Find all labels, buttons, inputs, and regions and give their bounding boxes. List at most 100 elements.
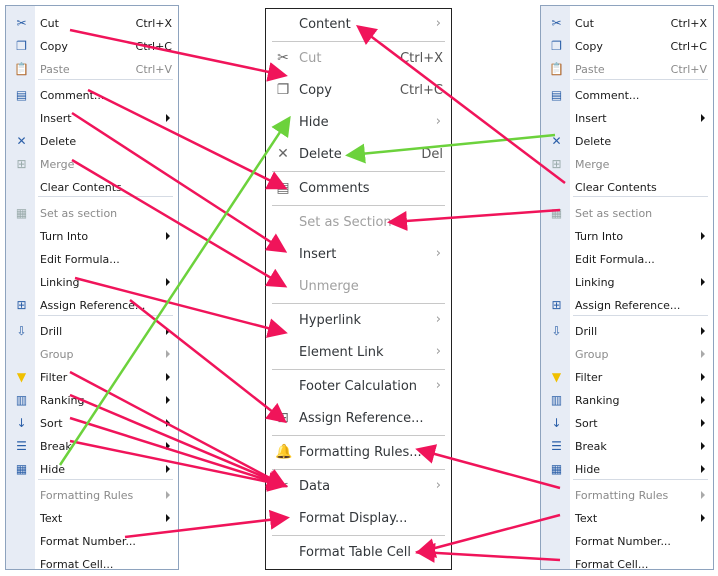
menu-item-format-cell[interactable]: Format Cell...	[6, 554, 178, 576]
delete-x-icon: ✕	[16, 134, 27, 148]
menu-item-copy[interactable]: ❐ Copy Ctrl+C	[541, 36, 713, 58]
menu-item-format-cell[interactable]: Format Cell...	[541, 554, 713, 576]
menu-item-cut[interactable]: ✂ Cut Ctrl+X	[541, 13, 713, 35]
menu-item-label: Merge	[40, 158, 75, 171]
section-icon: ▦	[550, 206, 563, 220]
menu-item-sort[interactable]: ↓ Sort	[541, 413, 713, 435]
menu-item-formatting-rules[interactable]: Formatting Rules	[541, 485, 713, 507]
shortcut-label: Ctrl+X	[670, 17, 707, 30]
menu-item-assign-reference[interactable]: ⊞ Assign Reference...	[6, 295, 178, 317]
menu-item-linking[interactable]: Linking	[541, 272, 713, 294]
menu-item-assign-reference[interactable]: ⊞ Assign Reference...	[541, 295, 713, 317]
menu-item-format-number[interactable]: Format Number...	[6, 531, 178, 553]
menu-item-filter[interactable]: ▼ Filter	[541, 367, 713, 389]
menu-item-hide[interactable]: ▦ Hide	[6, 459, 178, 481]
menu-item-label: Element Link	[299, 345, 384, 360]
menu-item-hide[interactable]: ▦ Hide	[541, 459, 713, 481]
menu-item-label: Clear Contents	[40, 181, 122, 194]
menu-item-assign-reference[interactable]: ⊞ Assign Reference...	[266, 403, 451, 435]
menu-item-label: Merge	[575, 158, 610, 171]
menu-separator	[272, 369, 445, 370]
menu-item-label: Drill	[575, 325, 598, 338]
menu-item-copy[interactable]: ❐ Copy Ctrl+C	[6, 36, 178, 58]
menu-item-group[interactable]: Group	[6, 344, 178, 366]
menu-item-merge[interactable]: ⊞ Merge	[6, 154, 178, 176]
menu-item-formatting-rules[interactable]: 🔔 Formatting Rules...	[266, 437, 451, 469]
menu-item-clear-contents[interactable]: Clear Contents	[541, 177, 713, 199]
menu-item-comments[interactable]: ▤ Comments	[266, 173, 451, 205]
menu-item-edit-formula[interactable]: Edit Formula...	[6, 249, 178, 271]
menu-item-break[interactable]: ☰ Break	[6, 436, 178, 458]
menu-item-comment[interactable]: ▤ Comment...	[6, 85, 178, 107]
submenu-arrow-icon	[701, 114, 705, 122]
menu-item-label: Data	[299, 479, 331, 494]
menu-item-label: Formatting Rules	[40, 489, 134, 502]
menu-item-delete[interactable]: ✕ Delete	[541, 131, 713, 153]
menu-item-formatting-rules[interactable]: Formatting Rules	[6, 485, 178, 507]
menu-item-ranking[interactable]: ▥ Ranking	[541, 390, 713, 412]
menu-item-hide[interactable]: Hide ›	[266, 107, 451, 139]
menu-item-set-as-section[interactable]: ▦ Set as section	[541, 203, 713, 225]
menu-item-paste[interactable]: 📋 Paste Ctrl+V	[541, 59, 713, 81]
menu-item-break[interactable]: ☰ Break	[541, 436, 713, 458]
menu-item-insert[interactable]: Insert ›	[266, 239, 451, 271]
menu-item-text[interactable]: Text	[541, 508, 713, 530]
menu-item-element-link[interactable]: Element Link ›	[266, 337, 451, 369]
menu-item-cut[interactable]: ✂ Cut Ctrl+X	[266, 43, 451, 75]
submenu-arrow-icon	[166, 419, 170, 427]
menu-item-label: Insert	[40, 112, 72, 125]
menu-item-turn-into[interactable]: Turn Into	[6, 226, 178, 248]
menu-item-turn-into[interactable]: Turn Into	[541, 226, 713, 248]
menu-item-set-as-section[interactable]: Set as Section	[266, 207, 451, 239]
menu-item-drill[interactable]: ⇩ Drill	[541, 321, 713, 343]
menu-item-clear-contents[interactable]: Clear Contents	[6, 177, 178, 199]
menu-item-copy[interactable]: ❐ Copy Ctrl+C	[266, 75, 451, 107]
menu-item-delete[interactable]: ✕ Delete	[6, 131, 178, 153]
menu-item-content[interactable]: Content ›	[266, 9, 451, 41]
submenu-arrow-icon	[166, 465, 170, 473]
assign-reference-icon: ⊞	[277, 410, 289, 426]
menu-item-unmerge[interactable]: Unmerge	[266, 271, 451, 303]
menu-item-set-as-section[interactable]: ▦ Set as section	[6, 203, 178, 225]
menu-item-label: Filter	[40, 371, 68, 384]
menu-item-text[interactable]: Text	[6, 508, 178, 530]
menu-item-paste[interactable]: 📋 Paste Ctrl+V	[6, 59, 178, 81]
menu-item-label: Formatting Rules	[575, 489, 669, 502]
menu-item-label: Comments	[299, 181, 370, 196]
menu-item-label: Assign Reference...	[299, 411, 424, 426]
menu-item-linking[interactable]: Linking	[6, 272, 178, 294]
menu-item-insert[interactable]: Insert	[541, 108, 713, 130]
menu-item-group[interactable]: Group	[541, 344, 713, 366]
menu-item-drill[interactable]: ⇩ Drill	[6, 321, 178, 343]
menu-item-format-table-cell[interactable]: Format Table Cell	[266, 537, 451, 569]
menu-item-label: Comment...	[40, 89, 105, 102]
menu-item-label: Sort	[575, 417, 598, 430]
menu-item-data[interactable]: ✂ Data ›	[266, 471, 451, 503]
menu-item-cut[interactable]: ✂ Cut Ctrl+X	[6, 13, 178, 35]
menu-item-sort[interactable]: ↓ Sort	[6, 413, 178, 435]
chevron-right-icon: ›	[435, 312, 441, 327]
menu-item-insert[interactable]: Insert	[6, 108, 178, 130]
menu-item-hyperlink[interactable]: Hyperlink ›	[266, 305, 451, 337]
menu-item-delete[interactable]: ✕ Delete Del	[266, 139, 451, 171]
menu-item-comment[interactable]: ▤ Comment...	[541, 85, 713, 107]
menu-item-label: Linking	[575, 276, 615, 289]
shortcut-label: Del	[421, 147, 443, 162]
menu-separator	[272, 171, 445, 172]
chevron-right-icon: ›	[435, 344, 441, 359]
menu-item-filter[interactable]: ▼ Filter	[6, 367, 178, 389]
menu-item-format-display[interactable]: Format Display...	[266, 503, 451, 535]
menu-item-merge[interactable]: ⊞ Merge	[541, 154, 713, 176]
old-context-menu-right: ✂ Cut Ctrl+X ❐ Copy Ctrl+C 📋 Paste Ctrl+V ▤ Commen…	[540, 5, 714, 571]
shortcut-label: Ctrl+C	[399, 83, 443, 98]
menu-item-label: Format Cell...	[40, 558, 114, 571]
submenu-arrow-icon	[166, 278, 170, 286]
menu-item-format-number[interactable]: Format Number...	[541, 531, 713, 553]
menu-item-label: Break	[40, 440, 72, 453]
menu-item-edit-formula[interactable]: Edit Formula...	[541, 249, 713, 271]
menu-item-label: Text	[40, 512, 63, 525]
menu-item-footer-calculation[interactable]: Footer Calculation ›	[266, 371, 451, 403]
menu-item-ranking[interactable]: ▥ Ranking	[6, 390, 178, 412]
menu-item-label: Paste	[575, 63, 605, 76]
old-context-menu-left: ✂ Cut Ctrl+X ❐ Copy Ctrl+C 📋 Paste Ctrl+V ▤ Commen…	[5, 5, 179, 571]
